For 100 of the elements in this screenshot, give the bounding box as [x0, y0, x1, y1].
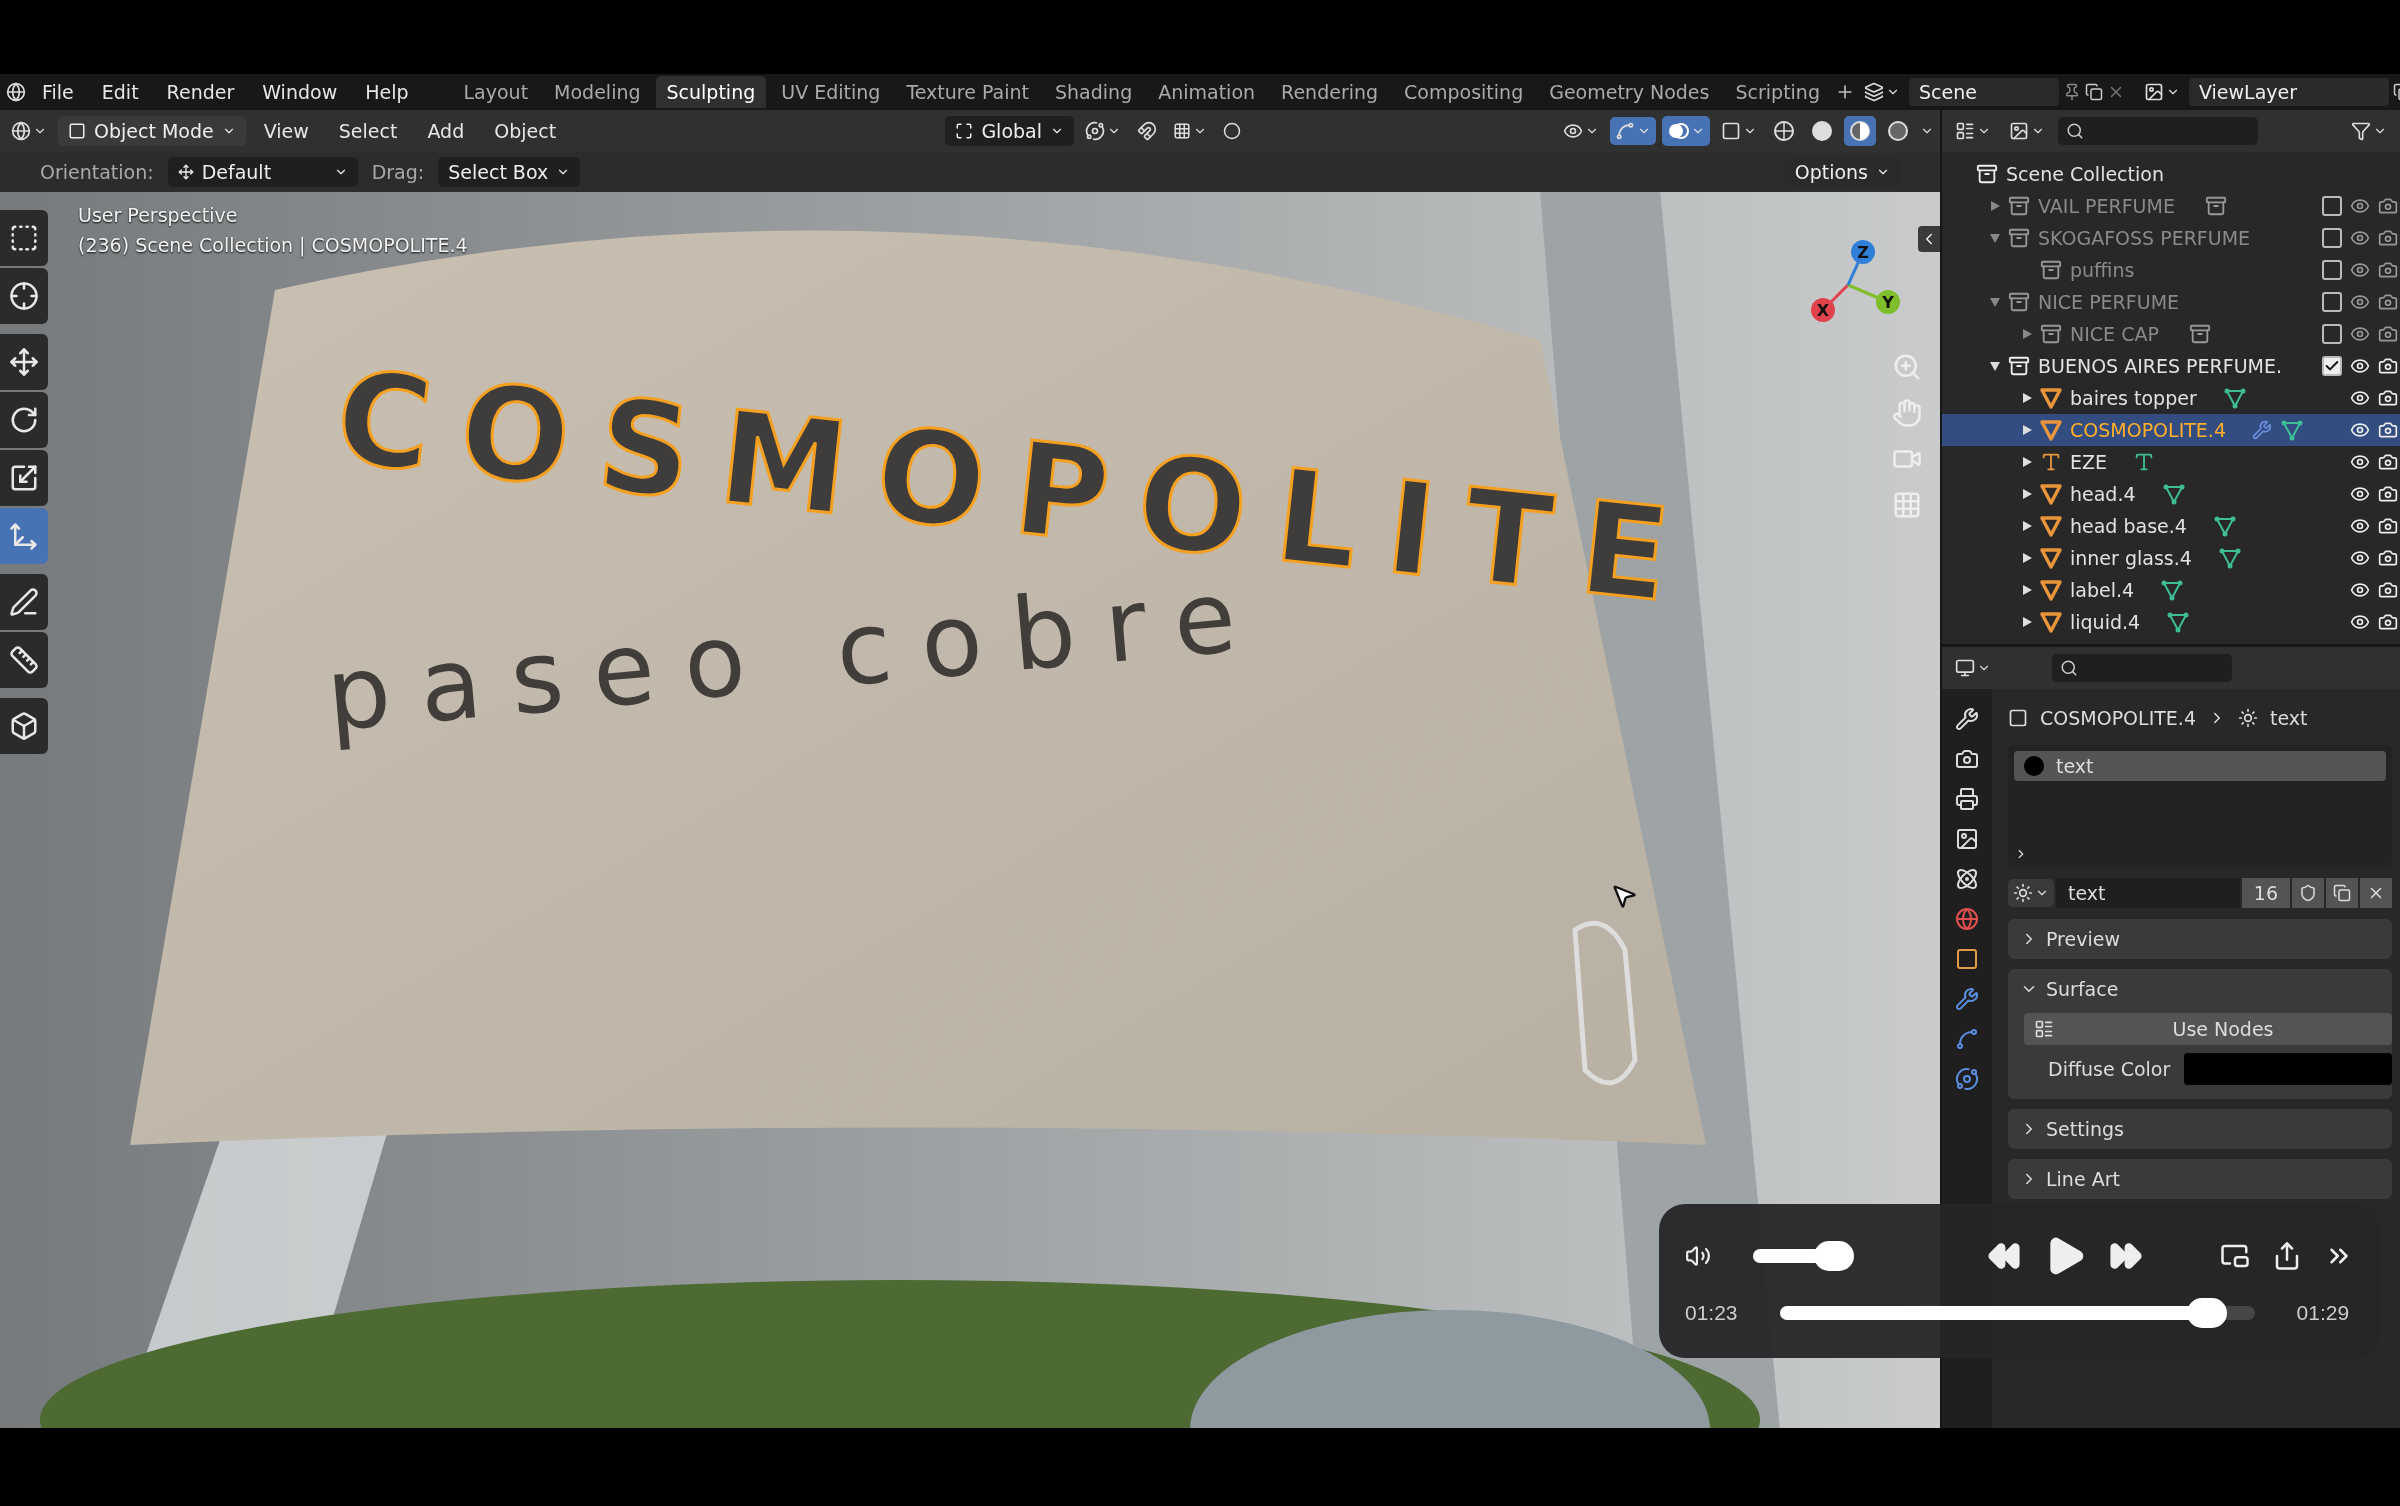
camera-icon[interactable]	[2378, 452, 2398, 472]
camera-icon[interactable]	[2378, 612, 2398, 632]
workspace-tab[interactable]: UV Editing	[770, 76, 892, 108]
select-box-tool[interactable]	[0, 210, 48, 266]
axis-handle[interactable]: Z	[1846, 240, 1875, 286]
material-shading-button[interactable]	[1844, 116, 1876, 146]
workspace-tab[interactable]: Animation	[1147, 76, 1267, 108]
workspace-tab[interactable]: Modeling	[543, 76, 652, 108]
eye-icon[interactable]	[2350, 356, 2370, 376]
unlink-button[interactable]	[2360, 878, 2392, 908]
scene-tab[interactable]	[1955, 867, 1979, 891]
collapse-button[interactable]	[1918, 226, 1940, 252]
drag-dropdown[interactable]: Select Box	[438, 157, 581, 187]
eye-icon[interactable]	[2350, 324, 2370, 344]
outliner-row[interactable]: head.4	[1942, 478, 2400, 510]
printer-tab[interactable]	[1955, 787, 1979, 811]
volume-thumb[interactable]	[1814, 1241, 1854, 1271]
panel-header[interactable]: Preview	[2008, 919, 2392, 959]
eye-icon[interactable]	[2350, 260, 2370, 280]
checkbox[interactable]	[2322, 196, 2342, 216]
cube-tool[interactable]	[0, 698, 48, 754]
pen-tool[interactable]	[0, 574, 48, 630]
gizmo-toggle[interactable]	[1610, 117, 1656, 145]
panel-header[interactable]: Surface	[2008, 969, 2392, 1009]
scale-tool[interactable]	[0, 450, 48, 506]
camera-icon[interactable]	[2378, 420, 2398, 440]
panel-header[interactable]: Settings	[2008, 1109, 2392, 1149]
breadcrumb-item[interactable]: COSMOPOLITE.4	[2040, 707, 2196, 729]
menu-item[interactable]: View	[251, 118, 321, 144]
camera-icon[interactable]	[2378, 324, 2398, 344]
workspace-tab[interactable]: Geometry Nodes	[1538, 76, 1721, 108]
outliner-row[interactable]: EZE	[1942, 446, 2400, 478]
move-tool[interactable]	[0, 334, 48, 390]
expand-triangle-icon[interactable]	[2021, 616, 2033, 628]
outliner-row[interactable]: inner glass.4	[1942, 542, 2400, 574]
view-layer-field[interactable]: ViewLayer	[2188, 78, 2389, 106]
breadcrumb-item[interactable]: text	[2270, 707, 2308, 729]
eye-icon[interactable]	[2350, 388, 2370, 408]
camera-tab[interactable]	[1955, 747, 1979, 771]
browse-material-button[interactable]	[2008, 879, 2054, 907]
expand-triangle-icon[interactable]	[2021, 520, 2033, 532]
menu-item[interactable]: Object	[482, 118, 569, 144]
expand-triangle-icon[interactable]	[2021, 392, 2033, 404]
duplicate-button[interactable]	[2326, 878, 2358, 908]
outliner-row[interactable]: COSMOPOLITE.4	[1942, 414, 2400, 446]
fake-user-button[interactable]	[2292, 878, 2324, 908]
menu-item[interactable]: Help	[353, 79, 421, 105]
workspace-tab[interactable]: Compositing	[1393, 76, 1535, 108]
workspace-tab[interactable]: Sculpting	[655, 76, 767, 108]
outliner-row[interactable]: head base.4	[1942, 510, 2400, 542]
camera-icon[interactable]	[2378, 196, 2398, 216]
expand-triangle-icon[interactable]	[2021, 584, 2033, 596]
eye-icon[interactable]	[2350, 580, 2370, 600]
material-name-field[interactable]: text	[2056, 878, 2240, 908]
menu-item[interactable]: Render	[154, 79, 247, 105]
outliner-row[interactable]: baires topper	[1942, 382, 2400, 414]
menu-item[interactable]: Add	[415, 118, 477, 144]
eye-icon[interactable]	[2350, 484, 2370, 504]
eye-icon[interactable]	[2350, 612, 2370, 632]
camera-icon[interactable]	[2378, 548, 2398, 568]
outliner-row[interactable]: NICE CAP	[1942, 318, 2400, 350]
menu-item[interactable]: File	[30, 79, 86, 105]
checkbox[interactable]	[2322, 292, 2342, 312]
checkbox[interactable]	[2322, 324, 2342, 344]
eye-icon[interactable]	[2350, 420, 2370, 440]
outliner-row[interactable]: liquid.4	[1942, 606, 2400, 638]
menu-item[interactable]: Select	[326, 118, 410, 144]
material-slot[interactable]: text	[2014, 751, 2386, 781]
workspace-tab[interactable]: Layout	[452, 76, 540, 108]
color-swatch[interactable]	[2184, 1053, 2392, 1085]
checkbox[interactable]	[2322, 260, 2342, 280]
object-tab[interactable]	[1955, 947, 1979, 971]
orientation-dropdown[interactable]: Default	[167, 157, 358, 187]
globe-tab[interactable]	[1955, 907, 1979, 931]
panel-header[interactable]: Line Art	[2008, 1159, 2392, 1199]
eye-icon[interactable]	[2350, 452, 2370, 472]
outliner-row[interactable]: Scene Collection	[1942, 158, 2400, 190]
copy-icon[interactable]	[2084, 83, 2103, 101]
eye-icon[interactable]	[2350, 228, 2370, 248]
axis-handle[interactable]: Y	[1847, 283, 1900, 314]
checkbox[interactable]	[2322, 228, 2342, 248]
ruler-tool[interactable]	[0, 632, 48, 688]
eye-icon[interactable]	[2350, 516, 2370, 536]
workspace-tab[interactable]: Texture Paint	[895, 76, 1040, 108]
volume-icon[interactable]	[1685, 1243, 1711, 1269]
outliner-row[interactable]: label.4	[1942, 574, 2400, 606]
camera-icon[interactable]	[2378, 484, 2398, 504]
orientation-dropdown[interactable]: Global	[945, 116, 1074, 146]
camera-icon[interactable]	[2378, 260, 2398, 280]
expand-triangle-icon[interactable]	[2021, 488, 2033, 500]
workspace-tab[interactable]: Rendering	[1270, 76, 1390, 108]
wrench-tab[interactable]	[1955, 987, 1979, 1011]
expand-triangle-icon[interactable]	[2021, 456, 2033, 468]
checkbox[interactable]	[2322, 356, 2342, 376]
eye-icon[interactable]	[2350, 548, 2370, 568]
outliner-row[interactable]: BUENOS AIRES PERFUME.	[1942, 350, 2400, 382]
eye-icon[interactable]	[2350, 292, 2370, 312]
expand-triangle-icon[interactable]	[2021, 424, 2033, 436]
workspace-tab[interactable]: Scripting	[1724, 76, 1831, 108]
tool-tab[interactable]	[1955, 707, 1979, 731]
